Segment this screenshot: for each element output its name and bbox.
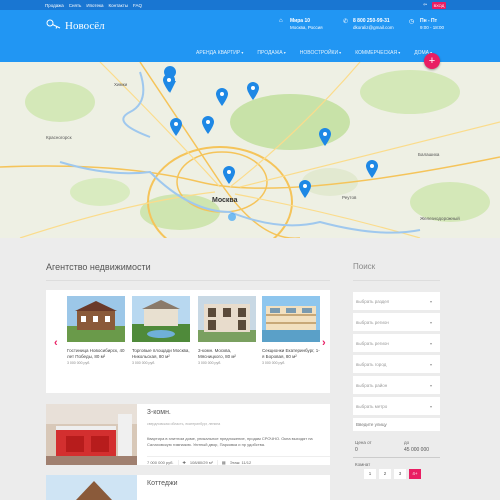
map-marker-icon[interactable]: [170, 118, 182, 136]
city-select[interactable]: выбрать город: [353, 355, 440, 373]
email-address[interactable]: dkoraliz@gmail.com: [353, 25, 394, 32]
price-min-value[interactable]: 0: [355, 447, 358, 453]
property-photo: [198, 296, 256, 342]
top-link-sell[interactable]: Продажа: [45, 3, 64, 8]
featured-card[interactable]: Торговые площади Москва, Никольская, 80 …: [132, 296, 190, 365]
header: Новосёл ⌂ Мира 10 Москва, Россия ✆ 8 800…: [0, 10, 500, 62]
top-link-rent[interactable]: Снять: [69, 3, 82, 8]
featured-price: 3 000 000 руб.: [262, 361, 286, 365]
map[interactable]: Химки Красногорск Москва Балашиха Реутов…: [0, 62, 500, 238]
phone-icon: ✆: [343, 19, 349, 25]
property-photo: [132, 296, 190, 342]
contact-block: 8 800 250-99-31 dkoraliz@gmail.com: [353, 18, 394, 31]
map-label-khimki: Химки: [114, 82, 128, 87]
listing-price: 7 000 000 руб.: [147, 460, 179, 465]
floor-icon: ▦: [221, 460, 226, 465]
map-marker-icon[interactable]: [319, 128, 331, 146]
listing-description: Квартира в элитном доме, уникальное пред…: [147, 436, 313, 447]
map-marker-icon[interactable]: [299, 180, 311, 198]
map-marker-icon[interactable]: [223, 166, 235, 184]
property-photo: [67, 296, 125, 342]
clock-icon: ◷: [409, 19, 415, 25]
listing-address: свердловская область, екатеринбург, лени…: [147, 422, 221, 426]
map-marker-icon[interactable]: [216, 88, 228, 106]
login-button[interactable]: ВХОД: [432, 1, 446, 9]
nav-item-new-buildings[interactable]: НОВОСТРОЙКИ: [300, 50, 341, 56]
page-title: Агентство недвижимости: [46, 262, 151, 272]
address-sub: Москва, Россия: [290, 24, 323, 30]
map-label-moscow: Москва: [212, 197, 238, 204]
nav-item-sale[interactable]: ПРОДАЖА: [257, 50, 285, 56]
subregion-select[interactable]: выбрать регион: [353, 334, 440, 352]
featured-price: 3 000 000 руб.: [198, 361, 222, 365]
rooms-selector: 1 2 3 4+: [364, 469, 421, 479]
region-select[interactable]: выбрать регион: [353, 313, 440, 331]
featured-carousel: Гостиница Новосибирск, 40 лет Победы, 80…: [46, 290, 330, 393]
title-divider: [46, 280, 330, 281]
listing-area: 108/80/29 м²: [190, 460, 218, 465]
map-label-zheleznodorozhny: Железнодорожный: [420, 216, 460, 221]
price-to-label: до: [404, 440, 410, 445]
price-label: Цена от: [355, 440, 372, 445]
top-link-mortgage[interactable]: Ипотека: [86, 3, 103, 8]
map-marker-icon[interactable]: [163, 74, 175, 92]
top-link-faq[interactable]: FAQ: [133, 3, 142, 8]
map-marker-icon[interactable]: [247, 82, 259, 100]
phone-number[interactable]: 8 800 250-99-31: [353, 18, 394, 25]
featured-title: Секционки Екатеринбург, 1-я Боровая, 80 …: [262, 348, 320, 359]
rooms-option-1[interactable]: 1: [364, 469, 376, 479]
map-label-krasnogorsk: Красногорск: [46, 135, 72, 140]
listing-card[interactable]: 3-комн. свердловская область, екатеринбу…: [46, 404, 330, 465]
metro-select[interactable]: выбрать метро: [353, 397, 440, 415]
login-icon: ⇦: [423, 2, 428, 8]
rooms-label: Комнат: [355, 462, 371, 467]
section-select[interactable]: выбрать раздел: [353, 292, 440, 310]
rooms-option-3[interactable]: 3: [394, 469, 406, 479]
area-icon: ✚: [182, 460, 186, 465]
price-max-value[interactable]: 45 000 000: [404, 447, 429, 453]
key-icon: [46, 19, 61, 29]
map-marker-icon[interactable]: [366, 160, 378, 178]
hours-sub: 9:00 - 18:00: [420, 24, 445, 30]
rooms-option-2[interactable]: 2: [379, 469, 391, 479]
listing-card[interactable]: Коттеджи: [46, 475, 330, 500]
listing-title[interactable]: Коттеджи: [147, 480, 178, 487]
nav-item-commercial[interactable]: КОММЕРЧЕСКАЯ: [355, 50, 400, 56]
listing-title[interactable]: 3-комн.: [147, 409, 171, 416]
listing-floor: Этаж: 11/12: [229, 460, 252, 465]
top-links: Продажа Снять Ипотека Контакты FAQ: [45, 3, 142, 8]
map-label-reutov: Реутов: [342, 195, 357, 200]
add-listing-button[interactable]: +: [424, 53, 440, 69]
listing-meta: 7 000 000 руб. ✚ 108/80/29 м² ▦ Этаж: 11…: [147, 456, 330, 465]
top-bar: Продажа Снять Ипотека Контакты FAQ ⇦ ВХО…: [0, 0, 500, 10]
carousel-next-icon[interactable]: ›: [322, 337, 326, 349]
featured-card[interactable]: Секционки Екатеринбург, 1-я Боровая, 80 …: [262, 296, 320, 365]
top-link-contacts[interactable]: Контакты: [109, 3, 128, 8]
rooms-option-4plus[interactable]: 4+: [409, 469, 421, 479]
map-label-balashikha: Балашиха: [418, 152, 440, 157]
featured-price: 3 000 000 руб.: [132, 361, 156, 365]
listing-photo: [46, 475, 137, 500]
carousel-prev-icon[interactable]: ‹: [54, 337, 58, 349]
featured-card[interactable]: Гостиница Новосибирск, 40 лет Победы, 80…: [67, 296, 125, 365]
map-marker-icon[interactable]: [202, 116, 214, 134]
street-field[interactable]: [353, 418, 440, 431]
listing-photo: [46, 404, 137, 465]
property-photo: [262, 296, 320, 342]
featured-price: 3 000 000 руб.: [67, 361, 91, 365]
district-select[interactable]: выбрать район: [353, 376, 440, 394]
featured-title: 3-комн. Москва, Мясницкого, 80 м²: [198, 348, 236, 359]
nav-item-rent[interactable]: АРЕНДА КВАРТИР: [196, 50, 243, 56]
address-block: Мира 10 Москва, Россия: [290, 18, 323, 31]
hours-block: Пн - Пт 9:00 - 18:00: [420, 18, 444, 31]
featured-card[interactable]: 3-комн. Москва, Мясницкого, 80 м² 3 000 …: [198, 296, 256, 365]
search-title: Поиск: [353, 262, 376, 271]
site-logo[interactable]: Новосёл: [65, 20, 105, 32]
main-nav: АРЕНДА КВАРТИР ПРОДАЖА НОВОСТРОЙКИ КОММЕ…: [196, 50, 432, 56]
location-icon: ⌂: [279, 18, 283, 24]
featured-title: Торговые площади Москва, Никольская, 80 …: [132, 348, 190, 359]
featured-title: Гостиница Новосибирск, 40 лет Победы, 80…: [67, 348, 125, 359]
search-divider: [353, 280, 440, 281]
price-slider[interactable]: [353, 457, 440, 458]
